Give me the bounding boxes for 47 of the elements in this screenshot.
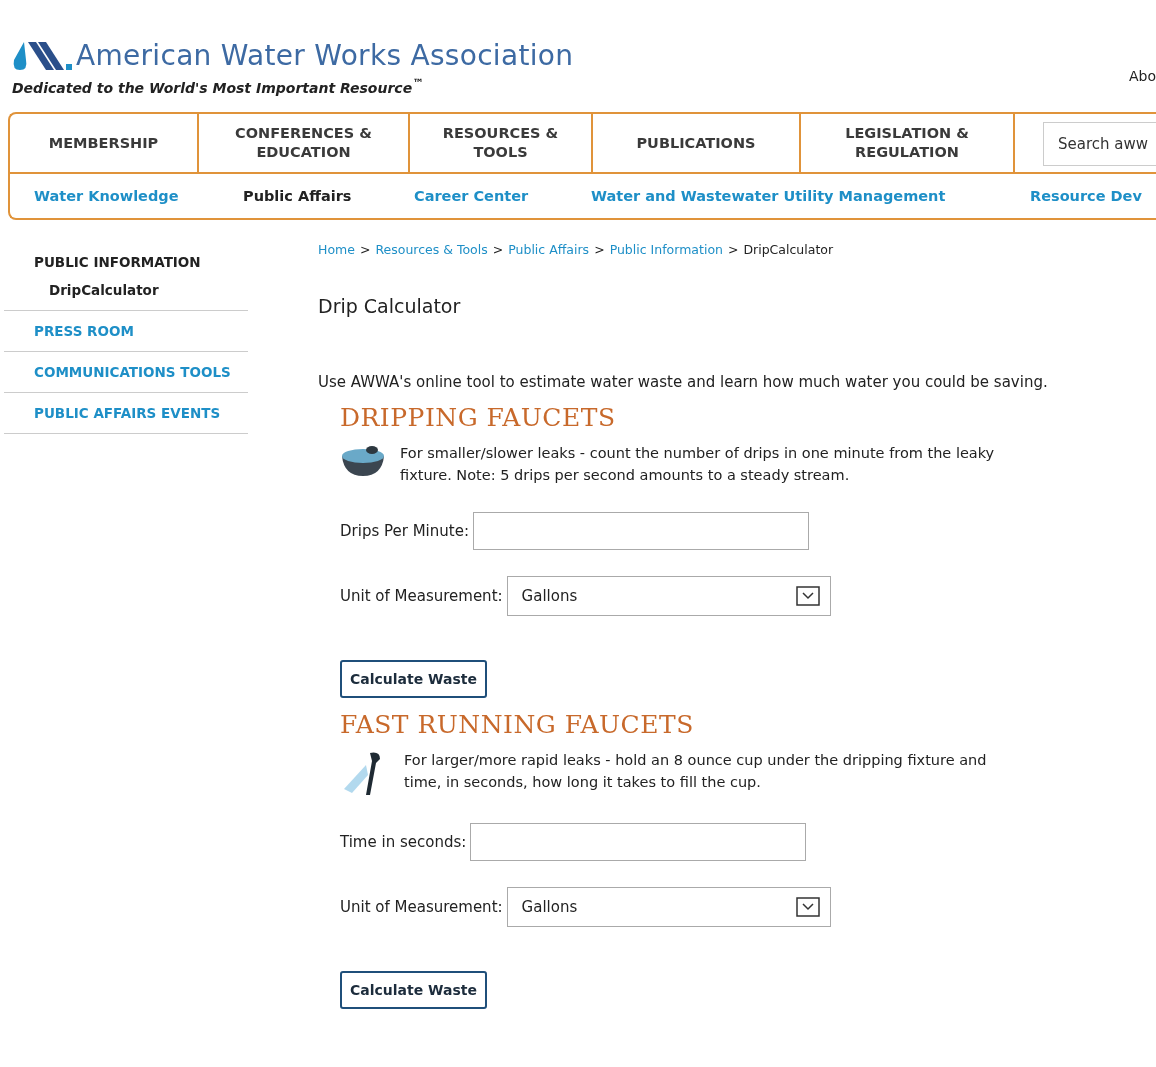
field-label: Unit of Measurement:: [340, 898, 503, 916]
section-description: For smaller/slower leaks - count the number of drips in one minute from the leaky fixture. Note: 5 drips per second amounts to a steady stream.: [400, 444, 996, 485]
field-label: Time in seconds:: [340, 833, 467, 851]
field-label: Drips Per Minute:: [340, 522, 469, 540]
section-description: For larger/more rapid leaks - hold an 8 ounce cup under the dripping fixture and time, in seconds, how long it takes to fill the cup.: [404, 751, 988, 792]
breadcrumb-separator: >: [359, 242, 371, 257]
calculate-button[interactable]: Calculate Waste: [340, 971, 487, 1009]
breadcrumb-link[interactable]: DripCalculator: [743, 242, 834, 257]
subnav-link[interactable]: Water Knowledge: [34, 188, 243, 204]
nav-tab[interactable]: MEMBERSHIP: [10, 114, 199, 172]
calculate-button[interactable]: Calculate Waste: [340, 660, 487, 698]
subnav-link[interactable]: Resource Dev: [1030, 188, 1156, 204]
breadcrumb-separator: >: [594, 242, 605, 257]
field-label: Unit of Measurement:: [340, 587, 503, 605]
chevron-down-icon: [795, 897, 820, 917]
intro-text: Use AWWA's online tool to estimate water waste and learn how much water you could be saving.: [318, 373, 1049, 391]
nav-tab[interactable]: CONFERENCES & EDUCATION: [199, 114, 410, 172]
subnav-link[interactable]: Water and Wastewater Utility Management: [591, 188, 1030, 204]
section-heading: DRIPPING FAUCETS: [340, 403, 617, 432]
input-field[interactable]: [472, 512, 809, 550]
page-title: Drip Calculator: [318, 295, 462, 317]
logo-icon: [12, 40, 74, 73]
sidebar-link[interactable]: COMMUNICATIONS TOOLS: [34, 364, 248, 380]
breadcrumb-separator: >: [727, 242, 739, 257]
nav-tab[interactable]: RESOURCES & TOOLS: [410, 114, 593, 172]
sidebar-link[interactable]: PUBLIC INFORMATION: [34, 254, 248, 270]
breadcrumb-link[interactable]: Public Information: [609, 242, 723, 257]
nav-tab[interactable]: LEGISLATION & REGULATION: [801, 114, 1015, 172]
breadcrumb-separator: >: [492, 242, 504, 257]
section-heading: FAST RUNNING FAUCETS: [340, 710, 695, 739]
breadcrumb-link[interactable]: Public Affairs: [508, 242, 590, 257]
unit-dropdown[interactable]: Gallons: [506, 576, 831, 616]
sidebar-sublink[interactable]: DripCalculator: [49, 282, 248, 298]
unit-dropdown[interactable]: Gallons: [506, 887, 831, 927]
chevron-down-icon: [795, 586, 820, 606]
tagline: Dedicated to the World's Most Important Resource$^{™}$: [12, 76, 425, 96]
sidebar-link[interactable]: PRESS ROOM: [34, 323, 248, 339]
nav-tab[interactable]: PUBLICATIONS: [593, 114, 801, 172]
breadcrumb-link[interactable]: Resources & Tools: [375, 242, 488, 257]
logo-text[interactable]: American Water Works Association: [76, 39, 574, 73]
subnav-link[interactable]: Public Affairs: [243, 188, 414, 204]
breadcrumb-link[interactable]: Home: [318, 242, 355, 257]
sidebar-link[interactable]: PUBLIC AFFAIRS EVENTS: [34, 405, 248, 421]
subnav-link[interactable]: Career Center: [414, 188, 591, 204]
input-field[interactable]: [470, 823, 807, 861]
top-link[interactable]: Abo: [1128, 68, 1156, 84]
search-field[interactable]: Search aww: [1043, 122, 1156, 166]
